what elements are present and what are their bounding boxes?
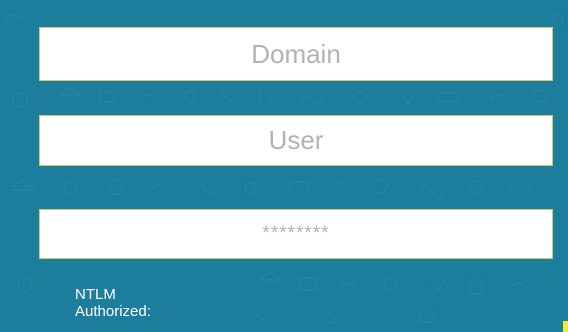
login-panel: NTLM Authorized: — [0, 0, 568, 332]
corner-accent — [563, 321, 568, 332]
ntlm-label: NTLM — [75, 286, 116, 303]
password-input[interactable] — [39, 209, 553, 259]
user-input[interactable] — [39, 115, 553, 166]
authorized-label: Authorized: — [75, 303, 151, 320]
ntlm-status: NTLM Authorized: — [75, 286, 235, 320]
domain-input[interactable] — [39, 27, 553, 81]
